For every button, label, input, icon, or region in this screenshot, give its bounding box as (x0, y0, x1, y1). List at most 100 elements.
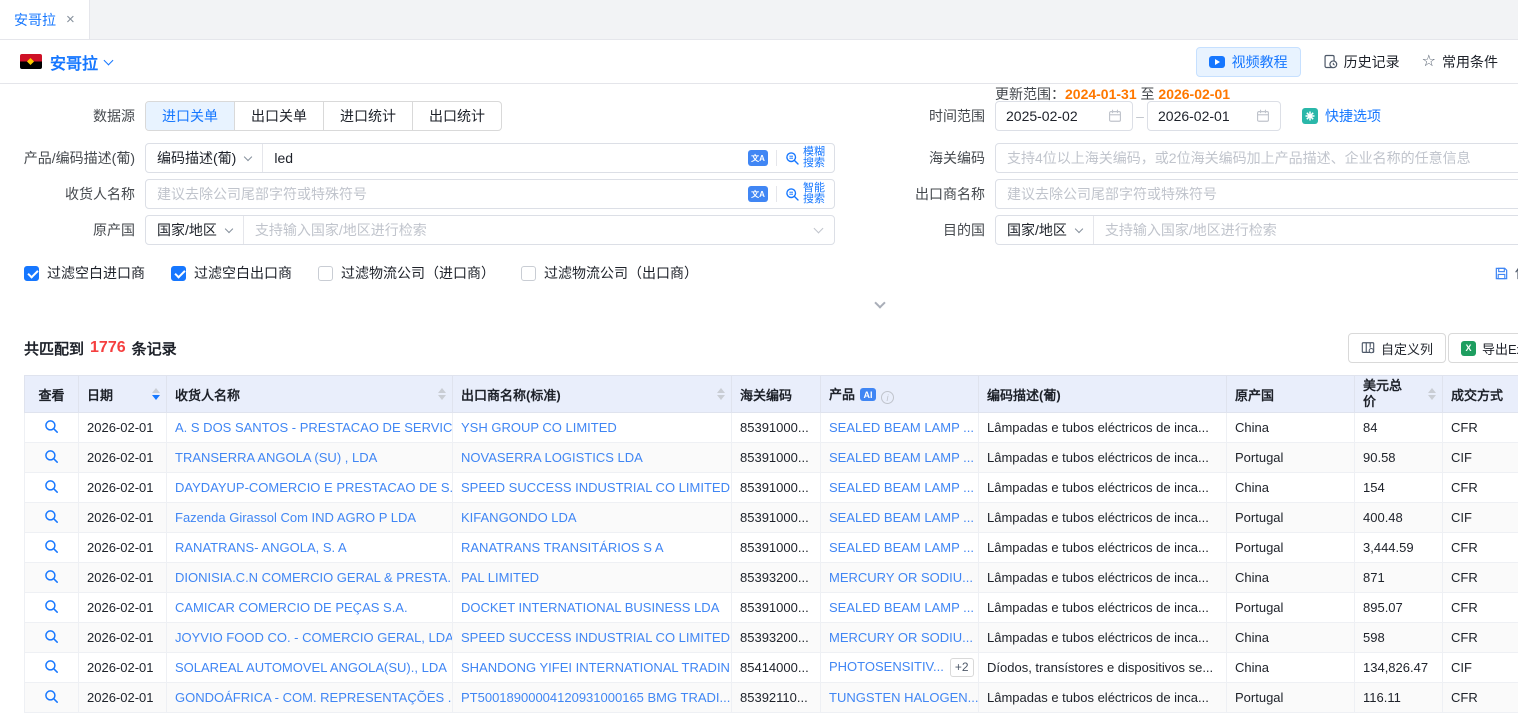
quick-options-button[interactable]: 快捷选项 (1302, 101, 1381, 131)
chevron-down-icon[interactable] (814, 224, 824, 234)
more-products-badge[interactable]: +2 (950, 658, 974, 677)
filter-checkbox-3[interactable]: 过滤物流公司（出口商） (521, 263, 698, 283)
fuzzy-search-button[interactable]: 模糊搜索 (785, 147, 825, 169)
view-record-button[interactable] (44, 629, 59, 647)
exporter-link[interactable]: NOVASERRA LOGISTICS LDA (461, 450, 643, 465)
cell-consignee[interactable]: DIONISIA.C.N COMERCIO GERAL & PRESTA... (167, 563, 453, 593)
cell-product[interactable]: PHOTOSENSITIV...+2 (821, 653, 979, 683)
collapse-filters-button[interactable] (866, 296, 894, 312)
cell-consignee[interactable]: CAMICAR COMERCIO DE PEÇAS S.A. (167, 593, 453, 623)
cell-exporter[interactable]: DOCKET INTERNATIONAL BUSINESS LDA (453, 593, 732, 623)
sort-carets[interactable] (438, 388, 446, 400)
cell-consignee[interactable]: DAYDAYUP-COMERCIO E PRESTACAO DE S... (167, 473, 453, 503)
destination-country-input[interactable]: 支持输入国家/地区进行检索 (1094, 220, 1518, 240)
filter-checkbox-2[interactable]: 过滤物流公司（进口商） (318, 263, 495, 283)
datasource-tab-1[interactable]: 出口关单 (234, 102, 323, 130)
exporter-link[interactable]: PAL LIMITED (461, 570, 539, 585)
view-record-button[interactable] (44, 599, 59, 617)
sort-desc-icon[interactable] (717, 395, 725, 400)
consignee-link[interactable]: JOYVIO FOOD CO. - COMERCIO GERAL, LDA (175, 630, 453, 645)
column-header-3[interactable]: 出口商名称(标准) (453, 376, 732, 413)
sort-asc-icon[interactable] (1428, 388, 1436, 393)
consignee-link[interactable]: A. S DOS SANTOS - PRESTACAO DE SERVIC... (175, 420, 453, 435)
product-link[interactable]: MERCURY OR SODIU... (829, 630, 973, 645)
cell-view[interactable] (25, 443, 79, 473)
datasource-tab-3[interactable]: 出口统计 (412, 102, 501, 130)
view-record-button[interactable] (44, 539, 59, 557)
cell-product[interactable]: SEALED BEAM LAMP ... (821, 413, 979, 443)
cell-view[interactable] (25, 473, 79, 503)
cell-view[interactable] (25, 593, 79, 623)
cell-product[interactable]: SEALED BEAM LAMP ... (821, 503, 979, 533)
cell-view[interactable] (25, 623, 79, 653)
cell-view[interactable] (25, 563, 79, 593)
cell-exporter[interactable]: PAL LIMITED (453, 563, 732, 593)
sort-carets[interactable] (152, 388, 160, 400)
view-record-button[interactable] (44, 509, 59, 527)
save-conditions-button[interactable]: 保 (1494, 263, 1518, 283)
consignee-link[interactable]: TRANSERRA ANGOLA (SU) , LDA (175, 450, 377, 465)
exporter-input[interactable]: 建议去除公司尾部字符或特殊符号 (995, 179, 1518, 209)
product-search-input[interactable]: led (263, 150, 748, 166)
smart-search-button[interactable]: 智能搜索 (785, 183, 825, 205)
exporter-link[interactable]: KIFANGONDO LDA (461, 510, 577, 525)
video-tutorial-button[interactable]: 视频教程 (1196, 47, 1301, 77)
translate-icon[interactable]: 文A (748, 150, 768, 166)
consignee-link[interactable]: SOLAREAL AUTOMOVEL ANGOLA(SU)., LDA (175, 660, 447, 675)
exporter-link[interactable]: SPEED SUCCESS INDUSTRIAL CO LIMITED (461, 630, 730, 645)
filter-checkbox-1[interactable]: 过滤空白出口商 (171, 263, 292, 283)
cell-consignee[interactable]: TRANSERRA ANGOLA (SU) , LDA (167, 443, 453, 473)
cell-product[interactable]: MERCURY OR SODIU... (821, 563, 979, 593)
cell-product[interactable]: SEALED BEAM LAMP ... (821, 593, 979, 623)
cell-exporter[interactable]: SHANDONG YIFEI INTERNATIONAL TRADIN... (453, 653, 732, 683)
exporter-link[interactable]: RANATRANS TRANSITÁRIOS S A (461, 540, 664, 555)
column-header-2[interactable]: 收货人名称 (167, 376, 453, 413)
sort-desc-icon[interactable] (438, 395, 446, 400)
exporter-link[interactable]: DOCKET INTERNATIONAL BUSINESS LDA (461, 600, 719, 615)
consignee-input[interactable]: 建议去除公司尾部字符或特殊符号 (146, 184, 748, 204)
cell-product[interactable]: TUNGSTEN HALOGEN... (821, 683, 979, 713)
sort-desc-icon[interactable] (152, 395, 160, 400)
chevron-down-icon[interactable] (104, 55, 114, 65)
view-record-button[interactable] (44, 689, 59, 707)
consignee-link[interactable]: RANATRANS- ANGOLA, S. A (175, 540, 347, 555)
cell-exporter[interactable]: YSH GROUP CO LIMITED (453, 413, 732, 443)
cell-consignee[interactable]: GONDOÁFRICA - COM. REPRESENTAÇÕES ... (167, 683, 453, 713)
exporter-link[interactable]: SPEED SUCCESS INDUSTRIAL CO LIMITED (461, 480, 730, 495)
cell-exporter[interactable]: SPEED SUCCESS INDUSTRIAL CO LIMITED (453, 623, 732, 653)
datasource-tab-2[interactable]: 进口统计 (323, 102, 412, 130)
view-record-button[interactable] (44, 419, 59, 437)
consignee-link[interactable]: Fazenda Girassol Com IND AGRO P LDA (175, 510, 416, 525)
cell-exporter[interactable]: RANATRANS TRANSITÁRIOS S A (453, 533, 732, 563)
origin-country-select[interactable]: 国家/地区 (146, 216, 244, 244)
product-field-select[interactable]: 编码描述(葡) (146, 144, 263, 172)
cell-exporter[interactable]: SPEED SUCCESS INDUSTRIAL CO LIMITED (453, 473, 732, 503)
consignee-link[interactable]: DIONISIA.C.N COMERCIO GERAL & PRESTA... (175, 570, 453, 585)
product-link[interactable]: MERCURY OR SODIU... (829, 570, 973, 585)
checkbox-checked-icon[interactable] (171, 266, 186, 281)
cell-view[interactable] (25, 653, 79, 683)
checkbox-unchecked-icon[interactable] (318, 266, 333, 281)
cell-consignee[interactable]: RANATRANS- ANGOLA, S. A (167, 533, 453, 563)
product-link[interactable]: SEALED BEAM LAMP ... (829, 600, 974, 615)
filter-checkbox-0[interactable]: 过滤空白进口商 (24, 263, 145, 283)
cell-consignee[interactable]: A. S DOS SANTOS - PRESTACAO DE SERVIC... (167, 413, 453, 443)
view-record-button[interactable] (44, 449, 59, 467)
cell-consignee[interactable]: SOLAREAL AUTOMOVEL ANGOLA(SU)., LDA (167, 653, 453, 683)
column-header-8[interactable]: 美元总价 (1355, 376, 1443, 413)
checkbox-unchecked-icon[interactable] (521, 266, 536, 281)
product-link[interactable]: SEALED BEAM LAMP ... (829, 450, 974, 465)
cell-product[interactable]: SEALED BEAM LAMP ... (821, 533, 979, 563)
product-link[interactable]: SEALED BEAM LAMP ... (829, 540, 974, 555)
view-record-button[interactable] (44, 479, 59, 497)
cell-exporter[interactable]: KIFANGONDO LDA (453, 503, 732, 533)
view-record-button[interactable] (44, 569, 59, 587)
destination-country-select[interactable]: 国家/地区 (996, 216, 1094, 244)
product-link[interactable]: SEALED BEAM LAMP ... (829, 480, 974, 495)
sort-asc-icon[interactable] (438, 388, 446, 393)
cell-consignee[interactable]: Fazenda Girassol Com IND AGRO P LDA (167, 503, 453, 533)
close-icon[interactable]: × (66, 12, 75, 27)
cell-consignee[interactable]: JOYVIO FOOD CO. - COMERCIO GERAL, LDA (167, 623, 453, 653)
cell-exporter[interactable]: PT50018900004120931000165 BMG TRADI... (453, 683, 732, 713)
consignee-link[interactable]: GONDOÁFRICA - COM. REPRESENTAÇÕES ... (175, 690, 453, 705)
